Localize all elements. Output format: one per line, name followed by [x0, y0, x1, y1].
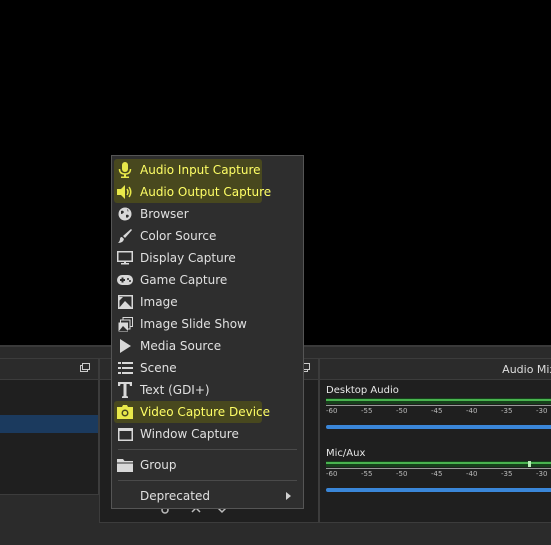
menu-item-image-slide-show[interactable]: Image Slide Show	[112, 313, 303, 335]
menu-item-label: Browser	[140, 207, 189, 221]
menu-item-label: Window Capture	[140, 427, 239, 441]
scenes-panel	[0, 358, 99, 495]
brush-icon	[117, 228, 133, 244]
audio-mixer-panel: Audio Mix Desktop Audio -60 -55 -50 -45 …	[319, 358, 551, 523]
menu-item-label: Text (GDI+)	[140, 383, 210, 397]
menu-item-text-gdi[interactable]: Text (GDI+)	[112, 379, 303, 401]
menu-item-label: Scene	[140, 361, 177, 375]
menu-item-label: Deprecated	[140, 489, 210, 503]
menu-item-label: Media Source	[140, 339, 222, 353]
meter-tick-labels: -60 -55 -50 -45 -40 -35 -30	[326, 405, 551, 417]
audio-mixer-title: Audio Mix	[502, 363, 551, 376]
add-source-menu: Audio Input Capture Audio Output Capture…	[111, 155, 304, 509]
menu-item-label: Image Slide Show	[140, 317, 247, 331]
menu-item-window-capture[interactable]: Window Capture	[112, 423, 303, 445]
microphone-icon	[117, 162, 133, 178]
slideshow-icon	[117, 316, 133, 332]
menu-item-image[interactable]: Image	[112, 291, 303, 313]
menu-item-label: Image	[140, 295, 178, 309]
tick-label: -35	[501, 407, 513, 415]
undock-icon[interactable]	[80, 363, 90, 372]
menu-item-label: Display Capture	[140, 251, 236, 265]
menu-item-label: Color Source	[140, 229, 217, 243]
menu-item-audio-output-capture[interactable]: Audio Output Capture	[112, 181, 303, 203]
menu-item-audio-input-capture[interactable]: Audio Input Capture	[112, 159, 303, 181]
tick-label: -60	[326, 470, 338, 478]
tick-label: -45	[431, 470, 443, 478]
scene-list-item[interactable]	[0, 397, 98, 415]
menu-item-label: Audio Output Capture	[140, 185, 272, 199]
play-icon	[117, 338, 133, 354]
scenes-panel-header	[0, 359, 98, 380]
menu-item-color-source[interactable]: Color Source	[112, 225, 303, 247]
volume-fader-desktop-audio[interactable]	[326, 425, 551, 429]
image-icon	[117, 294, 133, 310]
tick-label: -30	[536, 407, 548, 415]
submenu-arrow-icon	[286, 492, 291, 500]
tick-label: -55	[361, 407, 373, 415]
speaker-icon	[117, 184, 133, 200]
menu-item-game-capture[interactable]: Game Capture	[112, 269, 303, 291]
meter-tick-labels: -60 -55 -50 -45 -40 -35 -30	[326, 468, 551, 480]
channel-name-mic-aux: Mic/Aux	[326, 448, 366, 459]
camera-icon	[117, 404, 133, 420]
scene-list-item-selected[interactable]	[0, 415, 98, 433]
volume-meter-mic-aux	[326, 461, 551, 467]
volume-fader-mic-aux[interactable]	[326, 488, 551, 492]
window-icon	[117, 426, 133, 442]
menu-item-label: Video Capture Device	[140, 405, 271, 419]
menu-item-label: Group	[140, 458, 177, 472]
tick-label: -40	[466, 407, 478, 415]
tick-label: -45	[431, 407, 443, 415]
menu-item-label: Audio Input Capture	[140, 163, 261, 177]
monitor-icon	[117, 250, 133, 266]
tick-label: -60	[326, 407, 338, 415]
menu-item-browser[interactable]: Browser	[112, 203, 303, 225]
menu-item-display-capture[interactable]: Display Capture	[112, 247, 303, 269]
channel-name-desktop-audio: Desktop Audio	[326, 385, 399, 396]
tick-label: -50	[396, 407, 408, 415]
menu-item-group[interactable]: Group	[112, 454, 303, 476]
tick-label: -55	[361, 470, 373, 478]
menu-item-deprecated[interactable]: Deprecated	[112, 485, 303, 507]
tick-label: -30	[536, 470, 548, 478]
volume-meter-desktop-audio	[326, 398, 551, 404]
text-icon	[117, 382, 133, 398]
folder-icon	[117, 457, 133, 473]
tick-label: -35	[501, 470, 513, 478]
gamepad-icon	[117, 272, 133, 288]
tick-label: -40	[466, 470, 478, 478]
menu-separator	[118, 449, 297, 450]
menu-item-label: Game Capture	[140, 273, 228, 287]
menu-item-media-source[interactable]: Media Source	[112, 335, 303, 357]
menu-separator	[118, 480, 297, 481]
globe-icon	[117, 206, 133, 222]
list-icon	[117, 360, 133, 376]
menu-item-scene[interactable]: Scene	[112, 357, 303, 379]
audio-mixer-header: Audio Mix	[320, 359, 551, 380]
menu-item-video-capture-device[interactable]: Video Capture Device	[112, 401, 303, 423]
tick-label: -50	[396, 470, 408, 478]
